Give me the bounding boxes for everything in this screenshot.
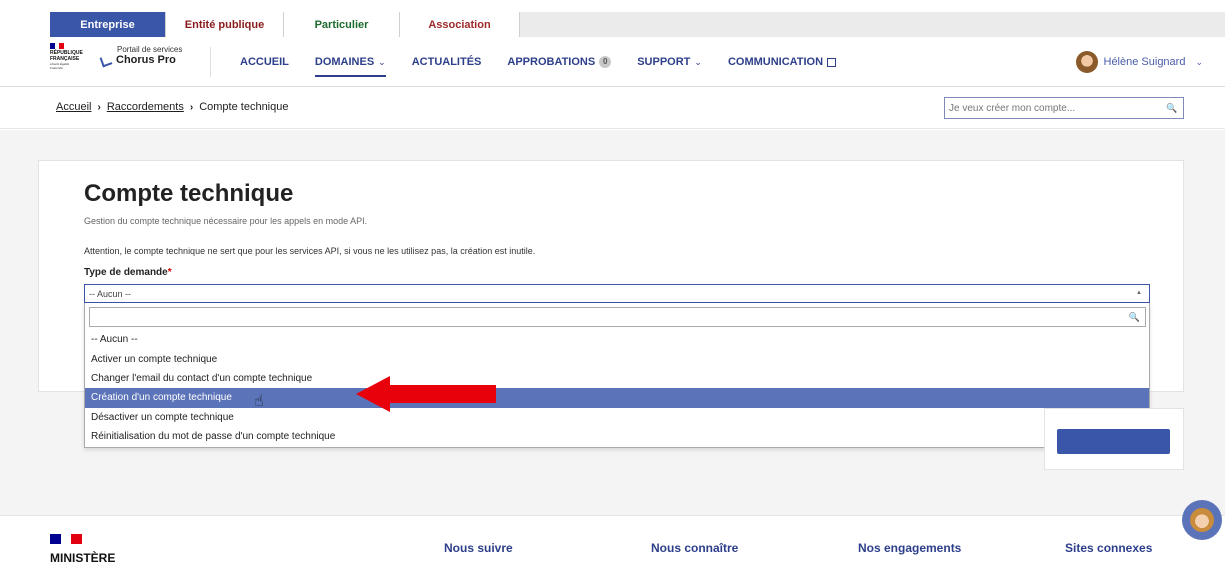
audience-bar: Entreprise Entité publique Particulier A… <box>0 0 1225 37</box>
chevron-down-icon: ⌄ <box>1195 56 1203 67</box>
footer-link-nous-suivre[interactable]: Nous suivre <box>444 541 513 555</box>
dropdown-options: -- Aucun -- Activer un compte technique … <box>85 330 1149 446</box>
breadcrumb-raccordements[interactable]: Raccordements <box>107 101 184 113</box>
chatbot-face-icon <box>1190 508 1214 532</box>
flag-icon <box>50 534 83 544</box>
request-type-dropdown: 🔍 -- Aucun -- Activer un compte techniqu… <box>84 303 1150 448</box>
site-search: 🔍 <box>944 97 1184 119</box>
main-nav: ACCUEIL DOMAINES ⌄ ACTUALITÉS APPROBATION… <box>240 37 862 87</box>
user-name: Hélène Suignard <box>1103 56 1186 68</box>
logo-motto: Liberté Égalité Fraternité <box>50 62 70 70</box>
chevron-right-icon: › <box>97 101 101 113</box>
search-input[interactable] <box>945 102 1161 114</box>
page-subtitle: Gestion du compte technique nécessaire p… <box>84 216 368 226</box>
nav-accueil[interactable]: ACCUEIL <box>240 37 289 87</box>
request-type-label: Type de demande* <box>84 267 172 278</box>
nav-support-label: SUPPORT <box>637 56 691 68</box>
select-value: -- Aucun -- <box>89 288 132 299</box>
nav-approbations-label: APPROBATIONS <box>507 56 596 68</box>
chevron-right-icon: › <box>189 101 194 113</box>
avatar <box>1075 51 1098 73</box>
nav-domaines-label: DOMAINES <box>314 56 375 68</box>
hand-cursor-icon: ☝ <box>254 393 264 410</box>
footer-link-nos-engagements[interactable]: Nos engagements <box>858 541 961 555</box>
chorus-icon <box>100 55 112 65</box>
breadcrumb-current: Compte technique <box>199 101 289 113</box>
service-logo[interactable]: Portail de services Chorus Pro <box>100 45 182 66</box>
republique-logo[interactable]: RÉPUBLIQUE FRANÇAISE Liberté Égalité Fra… <box>50 43 83 70</box>
nav-domaines[interactable]: DOMAINES ⌄ <box>314 37 386 87</box>
nav-support[interactable]: SUPPORT ⌄ <box>637 37 702 87</box>
service-name: Chorus Pro <box>100 54 182 66</box>
red-arrow-annotation <box>356 376 496 412</box>
flag-icon <box>50 43 65 49</box>
option-reinitialisation[interactable]: Réinitialisation du mot de passe d'un co… <box>85 427 1149 446</box>
nav-communication[interactable]: COMMUNICATION <box>727 37 837 87</box>
nav-actualites[interactable]: ACTUALITÉS <box>412 37 482 87</box>
external-link-icon <box>827 57 837 67</box>
option-creation[interactable]: Création d'un compte technique <box>85 388 1149 408</box>
option-desactiver[interactable]: Désactiver un compte technique <box>85 408 1149 427</box>
service-name-text: Chorus Pro <box>116 54 176 66</box>
required-mark: * <box>167 267 172 278</box>
footer-ministry: MINISTÈRE <box>50 551 116 563</box>
warning-text: Attention, le compte technique ne sert q… <box>84 246 536 256</box>
dropdown-search-input[interactable] <box>90 308 1145 326</box>
footer-link-nous-connaitre[interactable]: Nous connaître <box>651 541 738 555</box>
nav-communication-label: COMMUNICATION <box>727 56 824 68</box>
nav-actualites-label: ACTUALITÉS <box>411 56 482 68</box>
audience-tabs: Entreprise Entité publique Particulier A… <box>50 12 1225 37</box>
footer-link-sites-connexes[interactable]: Sites connexes <box>1065 541 1152 555</box>
chevron-down-icon: ⌄ <box>694 56 702 67</box>
request-type-select[interactable]: -- Aucun -- ▲ <box>84 284 1150 303</box>
submit-button[interactable] <box>1057 429 1170 454</box>
tab-entreprise[interactable]: Entreprise <box>50 12 166 37</box>
chevron-down-icon: ⌄ <box>378 56 386 67</box>
option-changer-email[interactable]: Changer l'email du contact d'un compte t… <box>85 369 1149 388</box>
page-title: Compte technique <box>84 180 294 207</box>
breadcrumb: Accueil › Raccordements › Compte techniq… <box>56 101 288 113</box>
header-divider <box>210 47 211 77</box>
tab-entite-publique[interactable]: Entité publique <box>166 12 284 37</box>
chatbot-avatar-button[interactable] <box>1182 500 1222 540</box>
site-footer: MINISTÈRE Nous suivre Nous connaître Nos… <box>0 515 1225 563</box>
request-type-label-text: Type de demande <box>84 267 168 278</box>
approbations-count-badge: 0 <box>599 56 612 68</box>
search-icon: 🔍 <box>1128 312 1140 322</box>
user-menu[interactable]: Hélène Suignard ⌄ <box>1075 51 1203 73</box>
dropdown-search: 🔍 <box>89 307 1146 327</box>
tab-association[interactable]: Association <box>400 12 520 37</box>
caret-up-icon: ▲ <box>1136 290 1142 296</box>
service-subtitle: Portail de services <box>117 45 183 54</box>
tab-particulier[interactable]: Particulier <box>284 12 400 37</box>
search-icon[interactable]: 🔍 <box>1161 103 1183 114</box>
breadcrumb-bar: Accueil › Raccordements › Compte techniq… <box>0 88 1225 129</box>
breadcrumb-home[interactable]: Accueil <box>56 101 91 113</box>
option-activer[interactable]: Activer un compte technique <box>85 349 1149 368</box>
nav-approbations[interactable]: APPROBATIONS 0 <box>507 37 612 87</box>
nav-accueil-label: ACCUEIL <box>240 56 289 68</box>
site-header: RÉPUBLIQUE FRANÇAISE Liberté Égalité Fra… <box>0 37 1225 87</box>
option-aucun[interactable]: -- Aucun -- <box>85 330 1149 349</box>
